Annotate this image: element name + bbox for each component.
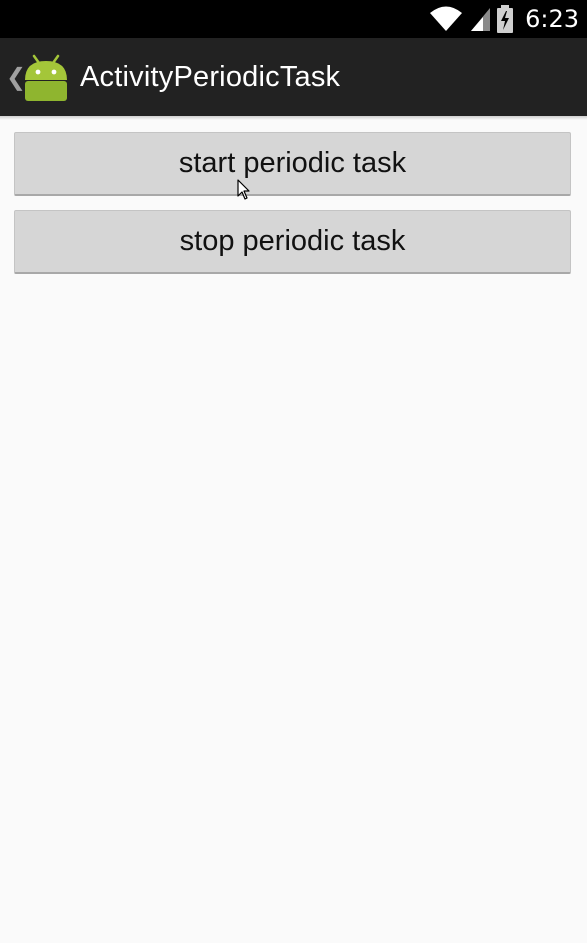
phone-screen: 6:23 ❮ ActivityPeriodicTask start period… [0,0,587,943]
stop-periodic-task-button[interactable]: stop periodic task [14,210,571,274]
android-robot-icon[interactable] [22,53,70,101]
action-bar-divider [0,116,587,120]
status-time: 6:23 [525,5,579,33]
wifi-icon [430,6,463,31]
app-title: ActivityPeriodicTask [80,60,341,93]
action-bar: ❮ ActivityPeriodicTask [0,38,587,116]
stop-button-label: stop periodic task [179,225,406,257]
status-icons: 6:23 [429,0,579,38]
chevron-left-icon[interactable]: ❮ [6,38,26,116]
start-button-label: start periodic task [178,147,407,179]
status-bar: 6:23 [0,0,587,38]
start-periodic-task-button[interactable]: start periodic task [14,132,571,196]
signal-icon [471,8,491,31]
battery-charging-icon [497,5,514,33]
